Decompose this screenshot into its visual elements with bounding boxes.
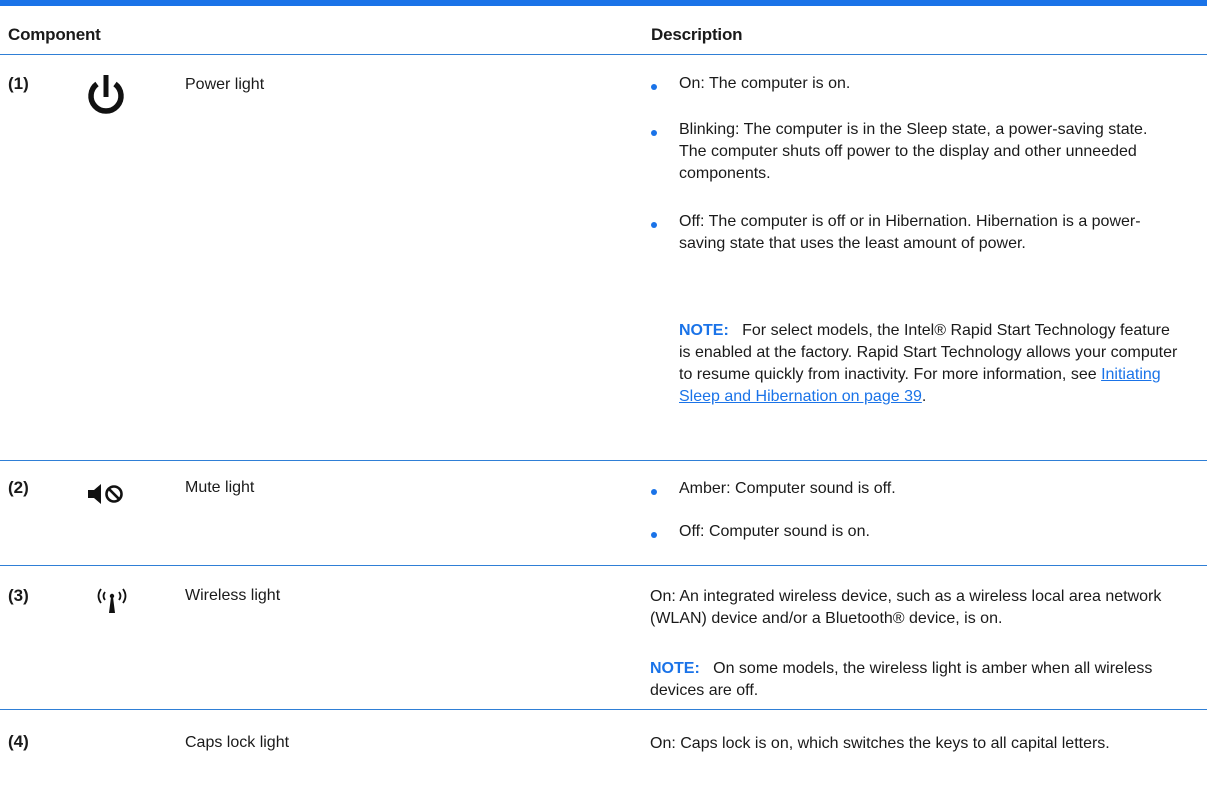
note-end: . [921,388,927,405]
row-number: (3) [8,586,29,605]
bullet-dot [651,489,657,495]
row-number: (1) [8,74,29,93]
bullet-amber: Amber: Computer sound is off. [679,480,896,497]
note-block: NOTE: For select models, the Intel® Rapi… [679,320,1179,408]
wireless-icon [94,585,130,620]
note-label: NOTE: [679,322,729,339]
header-description: Description [651,25,743,44]
bullet-dot [651,130,657,136]
bullet-on: On: The computer is on. [679,75,851,92]
component-name: Wireless light [185,587,281,604]
component-name: Mute light [185,479,255,496]
bullet-dot [651,222,657,228]
component-name: Caps lock light [185,734,290,751]
component-table: Component Description (1) Power light On… [0,0,1207,806]
description-text: On: An integrated wireless device, such … [650,588,1162,627]
table-row-caps-lock-light: (4) Caps lock light On: Caps lock is on,… [0,710,1207,806]
table-row-wireless-light: (3) Wireless light On: An integrated wir… [0,566,1207,710]
table-row-power-light: (1) Power light On: The computer is on. … [0,55,1207,461]
note-text: On some models, the wireless light is am… [650,660,1153,699]
bullet-dot [651,84,657,90]
bullet-off: Off: Computer sound is on. [679,523,870,540]
row-number: (2) [8,478,29,497]
row-number: (4) [8,732,29,751]
bullet-off: Off: The computer is off or in Hibernati… [679,213,1141,252]
table-header: Component Description [0,6,1207,55]
note-block: NOTE: On some models, the wireless light… [650,658,1170,702]
note-label: NOTE: [650,660,700,677]
mute-icon [86,482,126,511]
header-component: Component [8,25,101,44]
table-row-mute-light: (2) Mute light Amber: Computer sound is … [0,461,1207,566]
bullet-dot [651,532,657,538]
bullet-blinking: Blinking: The computer is in the Sleep s… [679,121,1148,182]
description-text: On: Caps lock is on, which switches the … [650,735,1110,752]
component-name: Power light [185,76,265,93]
power-icon [85,73,127,124]
